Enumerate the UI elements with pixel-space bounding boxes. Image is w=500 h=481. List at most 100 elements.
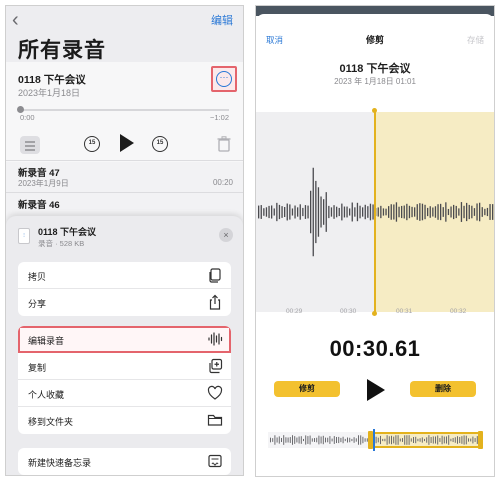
- edit-button[interactable]: 编辑: [211, 12, 233, 28]
- quick-note-icon: [208, 454, 222, 468]
- overview-bar: [459, 436, 461, 444]
- waveform-bar: [484, 208, 486, 216]
- playhead-top-handle[interactable]: [372, 108, 377, 113]
- playhead[interactable]: [374, 110, 376, 314]
- overview-bar: [421, 437, 423, 443]
- list-item[interactable]: 新录音 47 2023年1月9日 00:20: [6, 160, 243, 188]
- waveform-bar: [297, 207, 299, 217]
- waveform-bar: [486, 207, 489, 217]
- overview-bar: [424, 438, 425, 442]
- overview-bar: [331, 438, 333, 442]
- save-button[interactable]: 存储: [467, 34, 484, 46]
- recordings-list-panel: ‹ 编辑 所有录音 0118 下午会议 2023年1月18日 ··· 0:00 …: [5, 5, 244, 476]
- waveform-bar: [258, 205, 260, 219]
- overview-bar: [303, 438, 304, 442]
- waveform-bar: [346, 206, 348, 218]
- waveform-bar: [481, 207, 483, 217]
- waveform-bar: [403, 205, 405, 219]
- overview-playhead[interactable]: [373, 429, 375, 451]
- waveform-options-icon[interactable]: [20, 136, 40, 154]
- waveform-bars: [258, 167, 494, 257]
- waveform-bar: [385, 208, 387, 216]
- overview-bar: [380, 435, 381, 445]
- overview-bar: [454, 437, 456, 443]
- overview-bar: [408, 435, 410, 445]
- recording-date: 2023年1月9日: [18, 179, 69, 188]
- overview-bar: [399, 438, 401, 442]
- menu-item-copy[interactable]: 拷贝: [18, 262, 231, 289]
- overview-bar: [270, 437, 271, 443]
- more-button[interactable]: ···: [211, 66, 237, 92]
- waveform-bar: [333, 205, 335, 219]
- menu-item-quick-note[interactable]: 新建快速备忘录: [18, 448, 231, 475]
- trash-icon[interactable]: [217, 136, 231, 152]
- waveform-bar: [349, 208, 351, 216]
- menu-item-move-to-folder[interactable]: 移到文件夹: [18, 407, 231, 434]
- sheet-subtitle: 录音 · 528 KB: [38, 239, 85, 248]
- waveform-bar: [408, 205, 411, 219]
- recording-name: 新录音 46: [18, 200, 60, 211]
- play-icon[interactable]: [367, 379, 385, 401]
- back-chevron-icon[interactable]: ‹: [12, 10, 19, 30]
- trim-end-handle[interactable]: [478, 431, 483, 449]
- overview-bar: [351, 438, 353, 442]
- menu-item-edit-recording[interactable]: 编辑录音: [18, 326, 231, 353]
- waveform-bar: [458, 208, 460, 216]
- delete-button[interactable]: 删除: [410, 381, 476, 397]
- waveform-bar: [356, 202, 359, 222]
- menu-group-actions: 编辑录音 复制 个人收藏 移到文件夹: [18, 326, 231, 434]
- overview-bar: [457, 436, 458, 444]
- overview-bar: [360, 435, 362, 445]
- recording-date: 2023年1月18日: [18, 88, 81, 98]
- overview-bar: [327, 437, 329, 443]
- waveform-bar: [492, 204, 494, 220]
- waveform-bar: [323, 199, 325, 225]
- menu-item-duplicate[interactable]: 复制: [18, 353, 231, 380]
- waveform-bar: [429, 206, 431, 218]
- close-icon[interactable]: ×: [219, 228, 233, 242]
- waveform-bar: [307, 205, 309, 219]
- overview-bar: [320, 436, 322, 444]
- menu-item-favorite[interactable]: 个人收藏: [18, 380, 231, 407]
- waveform-bar: [291, 208, 294, 216]
- waveform-bar: [299, 204, 301, 220]
- overview-bar: [413, 437, 414, 443]
- heart-icon: [207, 385, 223, 400]
- trim-button[interactable]: 修剪: [274, 381, 340, 397]
- ellipsis-circle-icon: ···: [216, 71, 232, 87]
- menu-item-label: 分享: [28, 299, 47, 309]
- waveform-bar: [260, 205, 262, 219]
- scrubber-knob[interactable]: [17, 106, 24, 113]
- overview-bar: [406, 435, 408, 445]
- waveform-bar: [364, 204, 366, 220]
- overview-bar: [298, 436, 300, 444]
- waveform-bar: [304, 205, 307, 219]
- waveform-bar: [476, 203, 478, 221]
- overview-bar: [410, 438, 412, 442]
- waveform-bar: [359, 205, 361, 219]
- overview-bar: [419, 438, 421, 442]
- skip-forward-15-icon[interactable]: 15: [152, 136, 168, 152]
- waveform-bar: [380, 205, 382, 219]
- sheet-title: 0118 下午会议: [38, 227, 97, 237]
- waveform-bar: [382, 208, 385, 216]
- waveform-bar: [427, 207, 429, 217]
- tick-label: 00:30: [340, 308, 357, 315]
- skip-back-15-icon[interactable]: 15: [84, 136, 100, 152]
- waveform-bar: [263, 208, 265, 216]
- overview-bar: [377, 437, 379, 443]
- action-sheet: ⫶ 0118 下午会议 录音 · 528 KB × 拷贝 分享 编辑录音 复制 …: [6, 216, 243, 475]
- overview-scrubber[interactable]: [268, 429, 483, 451]
- overview-bar: [393, 436, 395, 444]
- menu-group-notes: 新建快速备忘录: [18, 448, 231, 475]
- playback-scrubber[interactable]: [17, 106, 229, 113]
- play-icon[interactable]: [120, 134, 134, 152]
- waveform-editor[interactable]: [256, 108, 494, 316]
- waveform-bar: [325, 192, 327, 232]
- waveform-bar: [294, 205, 296, 219]
- menu-item-share[interactable]: 分享: [18, 289, 231, 316]
- overview-bar: [292, 435, 293, 445]
- overview-bar: [470, 438, 472, 442]
- waveform-bar: [479, 202, 481, 222]
- overview-bar: [472, 436, 474, 444]
